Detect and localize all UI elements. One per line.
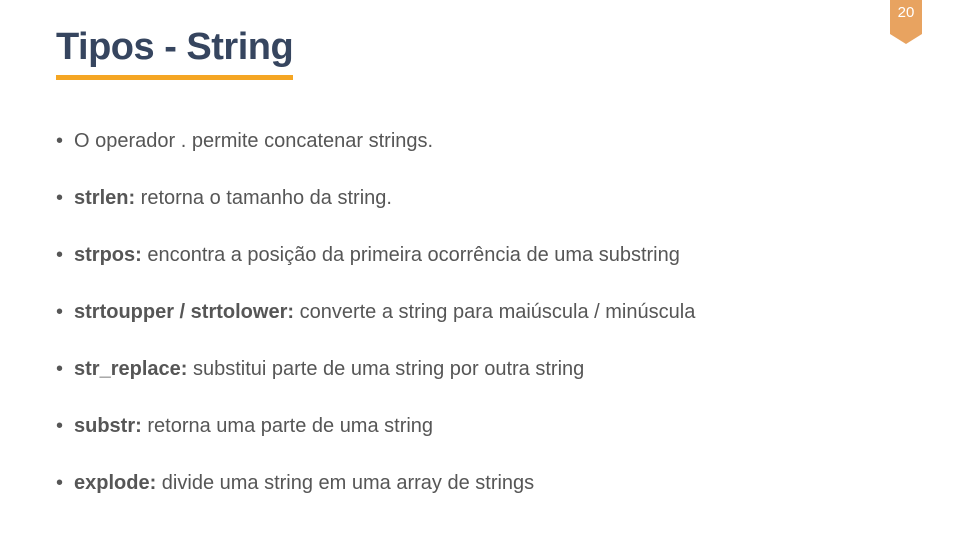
- bullet-term: str_replace:: [74, 358, 187, 380]
- bullet-item: substr: retorna uma parte de uma string: [56, 413, 904, 440]
- bullet-item: strpos: encontra a posição da primeira o…: [56, 242, 904, 269]
- bullet-item: O operador . permite concatenar strings.: [56, 128, 904, 155]
- bullet-item: str_replace: substitui parte de uma stri…: [56, 356, 904, 383]
- bullet-text: substitui parte de uma string por outra …: [187, 358, 584, 380]
- title-underline: [56, 75, 293, 80]
- bullet-item: strlen: retorna o tamanho da string.: [56, 185, 904, 212]
- slide: 20 Tipos - String O operador . permite c…: [0, 0, 960, 546]
- bullet-text: retorna o tamanho da string.: [135, 187, 392, 209]
- title-block: Tipos - String: [56, 26, 293, 80]
- bullet-text: converte a string para maiúscula / minús…: [294, 301, 695, 323]
- bullet-text: retorna uma parte de uma string: [142, 415, 433, 437]
- bullet-term: explode:: [74, 472, 156, 494]
- bullet-text: O operador . permite concatenar strings.: [74, 130, 433, 152]
- bullet-term: strtoupper / strtolower:: [74, 301, 294, 323]
- page-number-badge: 20: [890, 0, 922, 34]
- bullet-text: encontra a posição da primeira ocorrênci…: [142, 244, 680, 266]
- page-number: 20: [898, 4, 915, 21]
- bullet-list: O operador . permite concatenar strings.…: [56, 128, 904, 497]
- slide-title: Tipos - String: [56, 26, 293, 69]
- bullet-item: strtoupper / strtolower: converte a stri…: [56, 299, 904, 326]
- bullet-term: strpos:: [74, 244, 142, 266]
- bullet-text: divide uma string em uma array de string…: [156, 472, 534, 494]
- bullet-term: substr:: [74, 415, 142, 437]
- bullet-item: explode: divide uma string em uma array …: [56, 470, 904, 497]
- bullet-term: strlen:: [74, 187, 135, 209]
